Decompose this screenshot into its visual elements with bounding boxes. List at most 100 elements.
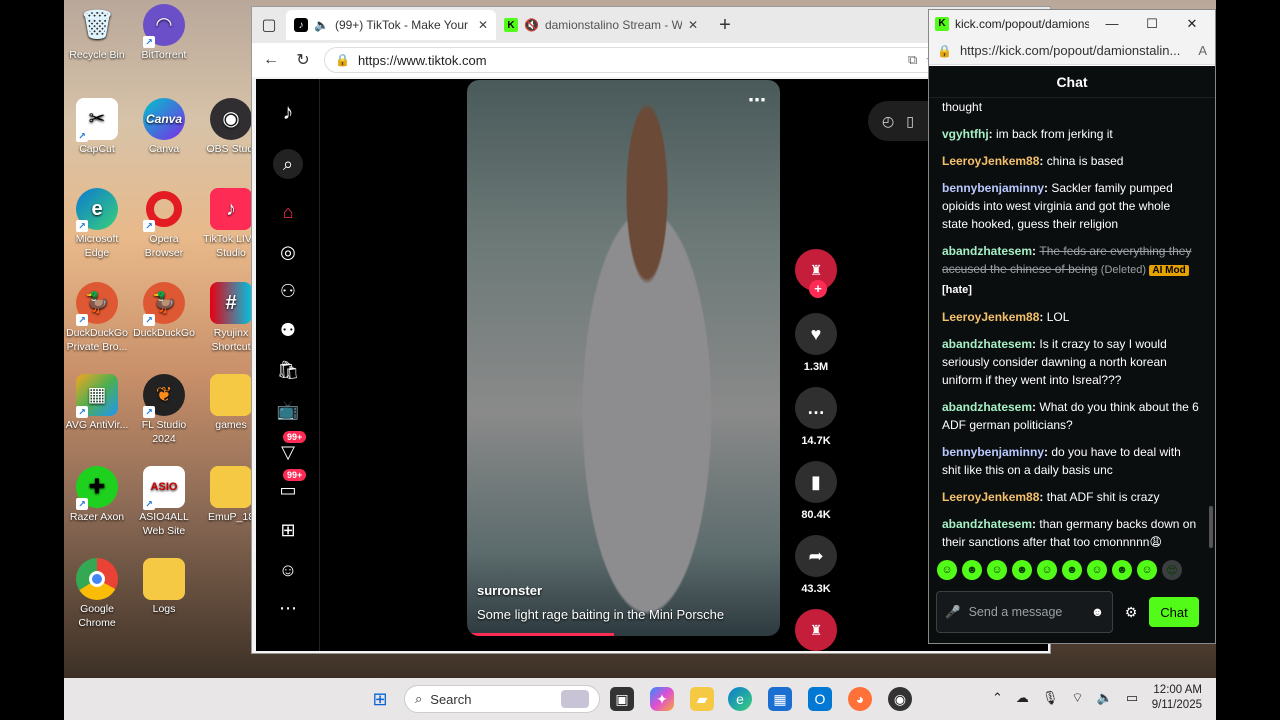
- share-button[interactable]: ➦ 43.3K: [794, 535, 838, 595]
- desktop-icon-avg[interactable]: ▦ ↗ AVG AntiVir...: [64, 374, 132, 432]
- inbox-icon[interactable]: ▽ 99+: [273, 431, 307, 467]
- back-icon[interactable]: ←: [260, 49, 282, 71]
- desktop-icon-recycle-bin[interactable]: 🗑 Recycle Bin: [64, 4, 132, 62]
- microphone-icon[interactable]: 🎤: [945, 605, 961, 619]
- chat-settings-gear-icon[interactable]: ⚙: [1121, 604, 1141, 621]
- task-view-icon[interactable]: ▣: [610, 687, 634, 711]
- chat-username[interactable]: bennybenjaminny: [942, 445, 1044, 459]
- explore-icon[interactable]: ◎: [273, 237, 303, 267]
- desktop-icon-canva[interactable]: Canva Canva: [129, 98, 199, 156]
- speaker-icon[interactable]: 🔈: [314, 18, 329, 32]
- store-icon[interactable]: ▦: [768, 687, 792, 711]
- emote-icon[interactable]: ☺: [987, 560, 1007, 580]
- comment-button[interactable]: … 14.7K: [794, 387, 838, 447]
- chat-username[interactable]: LeeroyJenkem88: [942, 490, 1039, 504]
- volume-icon[interactable]: 🔈: [1097, 690, 1113, 706]
- messages-icon[interactable]: ▭ 99+: [273, 469, 307, 505]
- emote-icon[interactable]: ☻: [1012, 560, 1032, 580]
- device-icon[interactable]: ▯: [906, 113, 914, 130]
- tab-actions-icon[interactable]: ▢: [258, 14, 280, 36]
- desktop-icon-razer-axon[interactable]: ✚ ↗ Razer Axon: [64, 466, 132, 524]
- friends-icon[interactable]: ⚉: [273, 315, 303, 345]
- taskbar-search[interactable]: ⌕ Search: [404, 685, 600, 713]
- emote-icon[interactable]: ☻: [962, 560, 982, 580]
- open-in-app-icon[interactable]: ⧉: [908, 52, 917, 68]
- tab-tiktok[interactable]: ♪ 🔈 (99+) TikTok - Make Your Day ✕: [286, 10, 496, 40]
- miniplayer-icon[interactable]: ◴: [882, 113, 894, 130]
- clock[interactable]: 12:00 AM 9/11/2025: [1152, 683, 1202, 713]
- url-field[interactable]: 🔒 https://www.tiktok.com ⧉ ☆: [324, 47, 948, 73]
- battery-icon[interactable]: ▭: [1126, 690, 1138, 706]
- tiktok-logo-icon[interactable]: ♪: [273, 97, 303, 127]
- chat-username[interactable]: LeeroyJenkem88: [942, 310, 1039, 324]
- tab-kick[interactable]: K 🔇 damionstalino Stream - Watc ✕: [496, 10, 706, 40]
- desktop-icon-duckduckgo-private[interactable]: 🦆 ↗ DuckDuckGo Private Bro...: [64, 282, 132, 354]
- new-tab-button[interactable]: +: [714, 14, 736, 36]
- chat-username[interactable]: abandzhatesem: [942, 517, 1032, 531]
- more-icon[interactable]: ⋯: [273, 593, 303, 623]
- desktop-icon-capcut[interactable]: ✂ ↗ CapCut: [64, 98, 132, 156]
- copilot-icon[interactable]: ✦: [650, 687, 674, 711]
- search-icon[interactable]: ⌕: [273, 149, 303, 179]
- emote-icon[interactable]: ☺: [1087, 560, 1107, 580]
- emote-icon[interactable]: 😍: [1162, 560, 1182, 580]
- live-icon[interactable]: 📺: [273, 395, 303, 425]
- emote-icon[interactable]: ☻: [1062, 560, 1082, 580]
- message-input[interactable]: 🎤 Send a message ☻: [936, 591, 1113, 633]
- chat-username[interactable]: vgyhtfhj: [942, 127, 989, 141]
- kick-url[interactable]: https://kick.com/popout/damionstalin...: [960, 43, 1190, 58]
- chat-username[interactable]: LeeroyJenkem88: [942, 154, 1039, 168]
- network-device-icon[interactable]: ☁: [1016, 690, 1029, 706]
- chat-username[interactable]: abandzhatesem: [942, 337, 1032, 351]
- chat-scrollbar[interactable]: [1209, 506, 1213, 548]
- file-explorer-icon[interactable]: ▰: [690, 687, 714, 711]
- emote-icon[interactable]: ☺: [1137, 560, 1157, 580]
- emoji-icon[interactable]: ☻: [1091, 605, 1104, 619]
- refresh-icon[interactable]: ↻: [292, 49, 314, 71]
- wifi-icon[interactable]: ⌔: [1071, 690, 1083, 706]
- home-icon[interactable]: ⌂: [273, 197, 303, 227]
- desktop-icon-duckduckgo[interactable]: 🦆 ↗ DuckDuckGo: [129, 282, 199, 340]
- desktop-icon-chrome[interactable]: Google Chrome: [64, 558, 132, 630]
- sound-avatar[interactable]: ♜: [794, 609, 838, 651]
- chat-username[interactable]: abandzhatesem: [942, 400, 1032, 414]
- profile-avatar-icon[interactable]: ☺: [273, 555, 303, 585]
- outlook-icon[interactable]: O: [808, 687, 832, 711]
- microphone-icon[interactable]: 🎙: [1042, 690, 1059, 706]
- more-options-icon[interactable]: ⋯: [748, 90, 766, 111]
- app-icon[interactable]: ◉: [888, 687, 912, 711]
- desktop-icon-edge[interactable]: e ↗ Microsoft Edge: [64, 188, 132, 260]
- firefox-icon[interactable]: ◕: [848, 687, 872, 711]
- chat-username[interactable]: abandzhatesem: [942, 244, 1032, 258]
- creator-avatar[interactable]: ♜ +: [794, 249, 838, 298]
- desktop-icon-bittorrent[interactable]: ◠ ↗ BitTorrent: [129, 4, 199, 62]
- close-icon[interactable]: ✕: [1175, 16, 1209, 32]
- maximize-icon[interactable]: ☐: [1135, 16, 1169, 32]
- emote-icon[interactable]: ☻: [1112, 560, 1132, 580]
- chat-send-button[interactable]: Chat: [1149, 597, 1199, 627]
- close-tab-icon[interactable]: ✕: [688, 18, 698, 32]
- emote-icon[interactable]: ☺: [1037, 560, 1057, 580]
- emote-icon[interactable]: ☺: [937, 560, 957, 580]
- video-player[interactable]: ⋯ surronster Some light rage baiting in …: [467, 80, 780, 636]
- chevron-up-icon[interactable]: ⌃: [992, 690, 1003, 706]
- read-aloud-icon[interactable]: A: [1198, 43, 1207, 58]
- desktop-icon-logs[interactable]: Logs: [129, 558, 199, 616]
- shop-icon[interactable]: 🛍: [273, 355, 303, 385]
- windows-start-icon[interactable]: ⊞: [368, 687, 392, 711]
- save-button[interactable]: ▮ 80.4K: [794, 461, 838, 521]
- muted-speaker-icon[interactable]: 🔇: [524, 18, 539, 32]
- follow-plus-icon[interactable]: +: [809, 280, 827, 298]
- video-progress-bar[interactable]: [467, 633, 615, 636]
- desktop-icon-asio4all[interactable]: ASIO ↗ ASIO4ALL Web Site: [129, 466, 199, 538]
- video-username[interactable]: surronster: [477, 583, 542, 598]
- upload-icon[interactable]: ⊞: [273, 515, 303, 545]
- like-button[interactable]: ♥ 1.3M: [794, 313, 838, 373]
- minimize-icon[interactable]: —: [1095, 16, 1129, 31]
- desktop-icon-opera[interactable]: ↗ Opera Browser: [129, 188, 199, 260]
- edge-taskbar-icon[interactable]: e: [728, 687, 752, 711]
- desktop-icon-fl-studio[interactable]: ❦ ↗ FL Studio 2024: [129, 374, 199, 446]
- following-icon[interactable]: ⚇: [273, 276, 303, 306]
- close-tab-icon[interactable]: ✕: [478, 18, 488, 32]
- chat-username[interactable]: bennybenjaminny: [942, 181, 1044, 195]
